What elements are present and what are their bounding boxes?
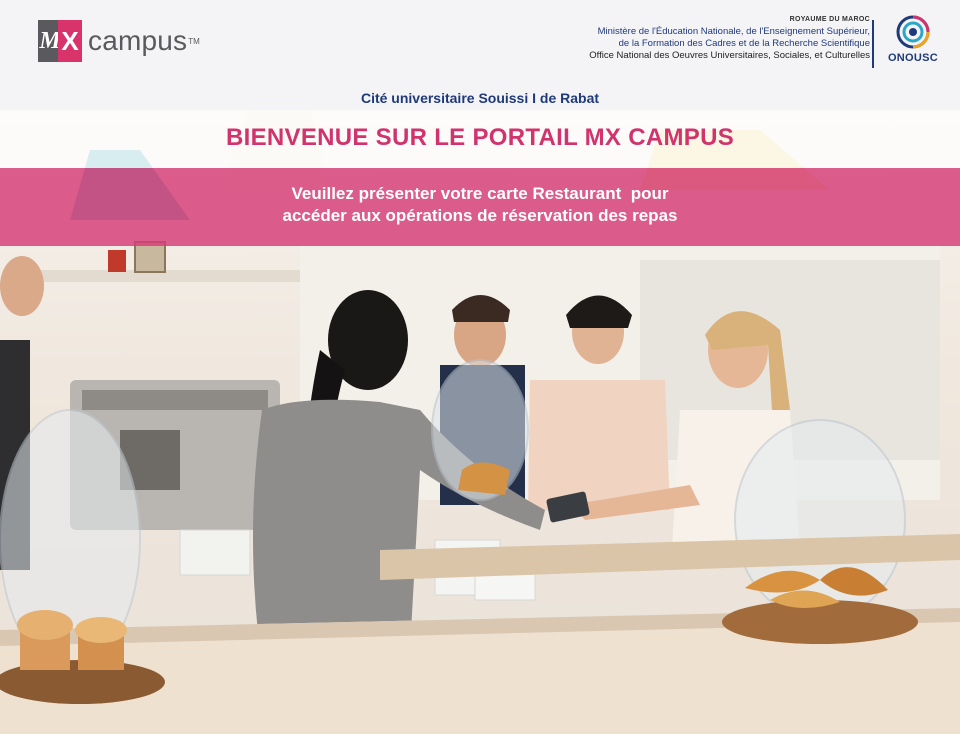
hero-photo: BIENVENUE SUR LE PORTAIL MX CAMPUS Veuil… — [0, 110, 960, 734]
mx-campus-logo: MX campus TM — [38, 20, 200, 62]
instruction-line-1: Veuillez présenter votre carte Restauran… — [291, 184, 669, 203]
instruction-text: Veuillez présenter votre carte Restauran… — [0, 183, 960, 227]
logo-trademark: TM — [188, 36, 200, 46]
ministry-line-2: de la Formation des Cadres et de la Rech… — [618, 38, 870, 49]
royaume-label: ROYAUME DU MAROC — [789, 16, 870, 23]
mx-logo-mark: MX — [38, 20, 82, 62]
header-divider — [872, 20, 874, 68]
onousc-logo: ONOUSC — [880, 14, 946, 64]
ministry-block: ROYAUME DU MAROC Ministère de l'Éducatio… — [589, 14, 870, 62]
onousc-label: ONOUSC — [887, 52, 939, 64]
welcome-heading: BIENVENUE SUR LE PORTAIL MX CAMPUS — [225, 124, 735, 151]
logo-wordmark: campus — [88, 25, 188, 56]
page-header: MX campus TM ROYAUME DU MAROC Ministère … — [0, 0, 960, 110]
residence-title: Cité universitaire Souissi I de Rabat — [360, 90, 600, 106]
ministry-line-1: Ministère de l'Éducation Nationale, de l… — [597, 26, 870, 37]
instruction-banner: Veuillez présenter votre carte Restauran… — [0, 168, 960, 246]
office-line: Office National des Oeuvres Universitair… — [589, 50, 870, 61]
instruction-line-2: accéder aux opérations de réservation de… — [282, 206, 678, 225]
onousc-emblem-icon — [896, 15, 930, 49]
